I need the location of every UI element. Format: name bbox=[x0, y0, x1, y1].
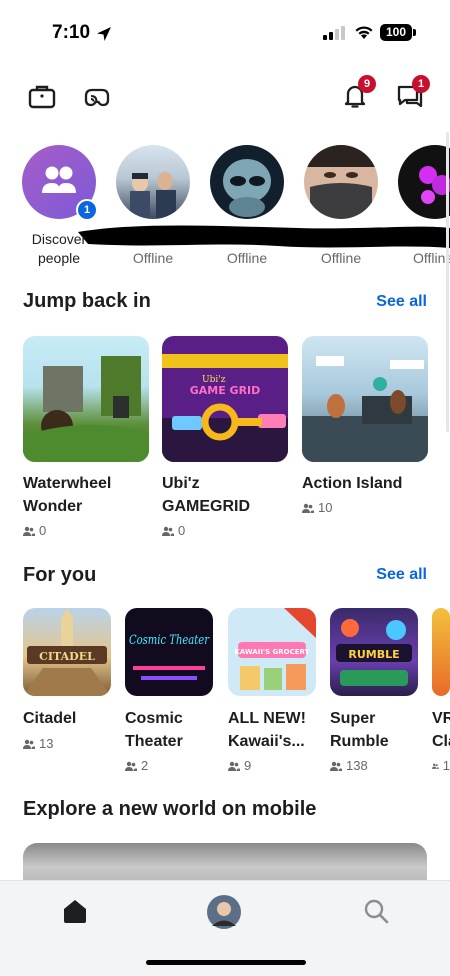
friend-avatar-2[interactable] bbox=[210, 145, 284, 219]
friend-status-label: Offline bbox=[132, 250, 174, 266]
world-card-super-rumble[interactable]: RUMBLE bbox=[330, 608, 418, 696]
player-count: 0 bbox=[162, 523, 185, 538]
friend-avatar-3[interactable] bbox=[304, 145, 378, 219]
super-rumble-thumbnail: RUMBLE bbox=[336, 619, 412, 686]
world-title: Cosmic Theater bbox=[125, 710, 183, 750]
world-card-cosmic-theater[interactable]: Cosmic Theater bbox=[125, 608, 213, 696]
player-count: 9 bbox=[228, 758, 251, 773]
people-count-icon bbox=[228, 761, 240, 771]
player-count: 1 bbox=[432, 758, 450, 773]
player-count-value: 1 bbox=[442, 758, 450, 773]
redaction-scribble bbox=[78, 225, 450, 248]
world-card-citadel[interactable]: CITADEL bbox=[23, 608, 111, 696]
jump-back-in-see-all-link[interactable]: See all bbox=[376, 293, 427, 311]
friend-status-label: Offline bbox=[226, 250, 268, 266]
player-count: 0 bbox=[23, 523, 46, 538]
player-count-value: 13 bbox=[39, 736, 54, 751]
world-title: Action Island bbox=[302, 475, 403, 492]
for-you-title: For you bbox=[23, 564, 97, 586]
battery-indicator: 100 bbox=[380, 24, 412, 41]
friend-avatar-4[interactable] bbox=[398, 145, 450, 219]
world-card-partial[interactable] bbox=[432, 608, 450, 696]
profile-avatar[interactable] bbox=[207, 895, 241, 929]
cellular-signal-icon bbox=[323, 26, 345, 40]
jump-back-in-title: Jump back in bbox=[23, 290, 151, 312]
wifi-icon bbox=[355, 26, 373, 39]
player-count-value: 0 bbox=[178, 523, 186, 538]
discover-people-label: Discover people bbox=[31, 231, 87, 266]
player-count-value: 9 bbox=[244, 758, 252, 773]
battery-tip bbox=[413, 29, 416, 36]
world-title: Ubi'z GAMEGRID bbox=[162, 475, 250, 515]
world-title: ALL NEW! Kawaii's... bbox=[228, 710, 306, 750]
people-count-icon bbox=[302, 503, 314, 513]
friend-status-label: Offline bbox=[320, 250, 362, 266]
kawaii-thumb-text: KAWAII'S GROCERY bbox=[234, 648, 310, 656]
alien-avatar-image bbox=[223, 159, 271, 217]
scrollbar[interactable] bbox=[446, 132, 449, 432]
kawaii-grocery-thumbnail: KAWAII'S GROCERY bbox=[234, 608, 316, 690]
search-icon[interactable] bbox=[362, 897, 390, 925]
gamegrid-thumb-text: GAME GRID bbox=[190, 384, 261, 397]
explore-mobile-title: Explore a new world on mobile bbox=[23, 798, 317, 820]
player-count: 138 bbox=[330, 758, 368, 773]
friend-status-label: Offline bbox=[413, 250, 450, 266]
waterwheel-thumbnail bbox=[23, 356, 149, 462]
world-card-waterwheel-wonder[interactable] bbox=[23, 336, 149, 462]
player-count-value: 0 bbox=[39, 523, 47, 538]
home-indicator bbox=[146, 960, 306, 965]
people-count-icon bbox=[162, 526, 174, 536]
citadel-thumbnail: CITADEL bbox=[23, 608, 111, 696]
rumble-thumb-text: RUMBLE bbox=[348, 648, 399, 661]
purple-blob-avatar-image bbox=[419, 166, 450, 204]
citadel-thumb-text: CITADEL bbox=[39, 650, 95, 663]
briefcase-icon[interactable] bbox=[27, 82, 57, 112]
cast-headset-icon[interactable] bbox=[82, 82, 112, 112]
player-count: 10 bbox=[302, 500, 332, 515]
world-title: VR Cla... bbox=[432, 710, 450, 750]
people-count-icon bbox=[23, 526, 35, 536]
player-count-value: 138 bbox=[346, 758, 368, 773]
ubiz-thumb-text: Ubi'z bbox=[202, 375, 226, 385]
world-card-kawaiis-grocery[interactable]: KAWAII'S GROCERY bbox=[228, 608, 316, 696]
world-title: Citadel bbox=[23, 710, 77, 727]
cosmic-theater-thumb-text: Cosmic Theater bbox=[129, 633, 210, 648]
player-count: 2 bbox=[125, 758, 148, 773]
notifications-badge: 9 bbox=[358, 75, 376, 93]
people-count-icon bbox=[23, 739, 35, 749]
home-icon[interactable] bbox=[61, 897, 89, 925]
for-you-see-all-link[interactable]: See all bbox=[376, 566, 427, 584]
friend-avatar-1[interactable] bbox=[116, 145, 190, 219]
people-count-icon bbox=[432, 763, 439, 769]
people-count-icon bbox=[125, 761, 137, 771]
cosmic-theater-thumbnail: Cosmic Theater bbox=[129, 633, 210, 680]
world-title: Waterwheel Wonder bbox=[23, 475, 112, 515]
people-count-icon bbox=[330, 761, 342, 771]
world-title: Super Rumble bbox=[330, 710, 389, 750]
gamegrid-thumbnail: GAME GRID Ubi'z bbox=[162, 354, 288, 462]
world-card-ubiz-gamegrid[interactable]: GAME GRID Ubi'z bbox=[162, 336, 288, 462]
masked-face-image bbox=[304, 145, 378, 219]
location-arrow-icon bbox=[97, 27, 111, 41]
status-bar: 7:10 100 bbox=[0, 0, 450, 62]
player-count-value: 10 bbox=[318, 500, 333, 515]
status-time: 7:10 bbox=[52, 22, 91, 43]
action-island-thumbnail bbox=[302, 356, 428, 462]
player-count: 13 bbox=[23, 736, 53, 751]
friend-photo-1 bbox=[130, 172, 176, 219]
player-count-value: 2 bbox=[141, 758, 149, 773]
messages-badge: 1 bbox=[412, 75, 430, 93]
world-card-action-island[interactable] bbox=[302, 336, 428, 462]
